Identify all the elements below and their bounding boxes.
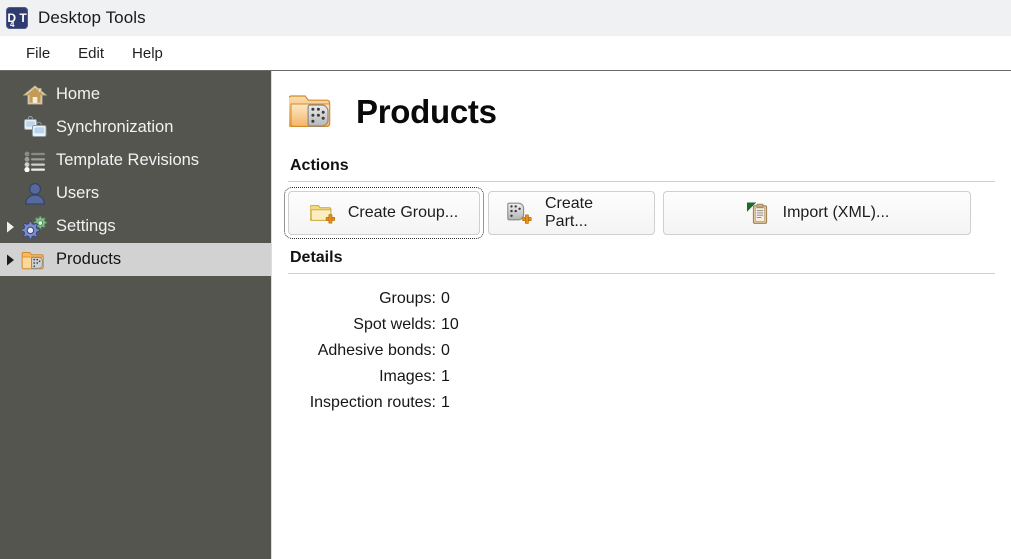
detail-value: 1 — [441, 368, 450, 385]
window-body: Home Synchronization Template Revisions … — [0, 70, 1011, 559]
menu-file[interactable]: File — [12, 42, 64, 65]
actions-divider — [288, 181, 995, 182]
detail-value: 1 — [441, 394, 450, 411]
window-title: Desktop Tools — [38, 7, 146, 27]
sidebar-item-label: Settings — [56, 217, 116, 235]
create-part-label: Create Part... — [545, 195, 594, 230]
list-icon — [20, 148, 50, 174]
detail-label: Spot welds: — [353, 316, 436, 333]
menu-edit[interactable]: Edit — [64, 42, 118, 65]
sidebar-item-products[interactable]: Products — [0, 243, 271, 276]
menu-help[interactable]: Help — [118, 42, 177, 65]
title-bar: D T 4 Desktop Tools — [0, 0, 1011, 36]
sidebar-item-label: Home — [56, 85, 101, 103]
detail-label: Adhesive bonds: — [317, 342, 436, 359]
page-header: Products — [288, 89, 995, 135]
main-content: Products Actions Create Group... Create … — [271, 71, 1011, 559]
detail-row: Images: 1 — [288, 364, 995, 390]
import-xml-button[interactable]: Import (XML)... — [663, 191, 971, 235]
synchronization-icon — [20, 115, 50, 141]
products-folder-icon — [288, 89, 342, 135]
sidebar-item-label: Products — [56, 250, 122, 268]
gears-icon — [20, 214, 50, 240]
home-icon — [20, 82, 50, 108]
part-add-icon — [507, 200, 533, 226]
app-icon-sub: 4 — [10, 19, 15, 29]
menu-bar: File Edit Help — [0, 36, 1011, 70]
folder-add-icon — [309, 200, 336, 226]
sidebar-item-label: Synchronization — [56, 118, 174, 136]
chevron-right-icon[interactable] — [0, 254, 20, 266]
detail-value: 0 — [441, 342, 450, 359]
detail-label: Groups: — [379, 290, 436, 307]
page-title: Products — [356, 93, 497, 130]
user-icon — [20, 181, 50, 207]
create-part-button[interactable]: Create Part... — [488, 191, 655, 235]
sidebar-item-label: Template Revisions — [56, 151, 200, 169]
detail-value: 10 — [441, 316, 459, 333]
sidebar-item-settings[interactable]: Settings — [0, 210, 271, 243]
sidebar-navigation: Home Synchronization Template Revisions … — [0, 71, 271, 559]
detail-row: Groups: 0 — [288, 286, 995, 312]
sidebar-item-users[interactable]: Users — [0, 177, 271, 210]
application-window: D T 4 Desktop Tools File Edit Help Home … — [0, 0, 1011, 559]
detail-row: Adhesive bonds: 0 — [288, 338, 995, 364]
actions-toolbar: Create Group... Create Part... Import (X… — [284, 187, 995, 239]
sidebar-item-synchronization[interactable]: Synchronization — [0, 111, 271, 144]
create-group-label: Create Group... — [347, 204, 459, 221]
sidebar-item-template-revisions[interactable]: Template Revisions — [0, 144, 271, 177]
chevron-right-icon[interactable] — [0, 221, 20, 233]
detail-value: 0 — [441, 290, 450, 307]
detail-label: Inspection routes: — [309, 394, 436, 411]
products-folder-icon — [20, 247, 50, 273]
desktop-tools-icon: D T 4 — [6, 6, 28, 29]
details-list: Groups: 0 Spot welds: 10 Adhesive bonds:… — [288, 286, 995, 416]
detail-row: Inspection routes: 1 — [288, 390, 995, 416]
detail-row: Spot welds: 10 — [288, 312, 995, 338]
create-group-button[interactable]: Create Group... — [284, 187, 484, 239]
details-divider — [288, 273, 995, 274]
detail-label: Images: — [379, 368, 436, 385]
import-xml-label: Import (XML)... — [782, 204, 890, 221]
actions-heading: Actions — [290, 157, 349, 174]
details-heading: Details — [290, 249, 343, 266]
import-xml-icon — [745, 200, 771, 226]
sidebar-item-label: Users — [56, 184, 100, 202]
sidebar-item-home[interactable]: Home — [0, 78, 271, 111]
